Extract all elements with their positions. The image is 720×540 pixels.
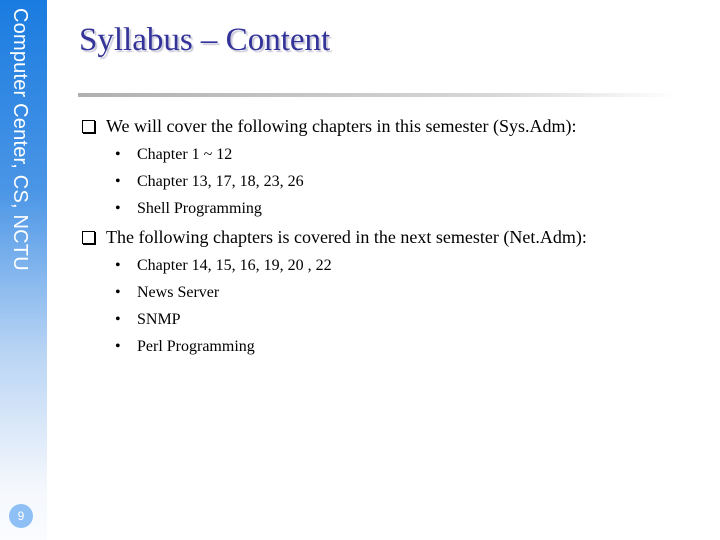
bullet-icon: • — [115, 200, 121, 217]
bullet-icon: • — [115, 311, 121, 328]
page-title: Syllabus – Content — [79, 22, 331, 58]
section-heading: We will cover the following chapters in … — [82, 116, 576, 137]
section-text: The following chapters is covered in the… — [106, 227, 587, 247]
list-item-text: Chapter 1 ~ 12 — [137, 146, 233, 163]
title-divider — [78, 93, 678, 97]
page-number: 9 — [9, 504, 33, 528]
list-item-text: SNMP — [137, 311, 181, 328]
list-item-text: Shell Programming — [137, 200, 262, 217]
bullet-icon: • — [115, 146, 121, 163]
bullet-icon: • — [115, 338, 121, 355]
bullet-icon: • — [115, 284, 121, 301]
list-item: • Chapter 14, 15, 16, 19, 20 , 22 — [115, 257, 332, 275]
sidebar: Computer Center, CS, NCTU 9 — [0, 0, 47, 540]
checkbox-bullet-icon — [82, 120, 95, 133]
list-item-text: Chapter 14, 15, 16, 19, 20 , 22 — [137, 257, 332, 274]
list-item-text: Chapter 13, 17, 18, 23, 26 — [137, 173, 304, 190]
section-text: We will cover the following chapters in … — [106, 116, 577, 136]
bullet-icon: • — [115, 257, 121, 274]
list-item: • Perl Programming — [115, 338, 255, 356]
list-item: • News Server — [115, 284, 219, 302]
list-item: • Chapter 1 ~ 12 — [115, 146, 232, 164]
bullet-icon: • — [115, 173, 121, 190]
checkbox-bullet-icon — [82, 231, 95, 244]
list-item-text: Perl Programming — [137, 338, 255, 355]
sidebar-label: Computer Center, CS, NCTU — [9, 8, 31, 271]
list-item: • Chapter 13, 17, 18, 23, 26 — [115, 173, 304, 191]
section-heading: The following chapters is covered in the… — [82, 227, 587, 248]
list-item: • SNMP — [115, 311, 181, 329]
list-item-text: News Server — [137, 284, 220, 301]
list-item: • Shell Programming — [115, 200, 262, 218]
